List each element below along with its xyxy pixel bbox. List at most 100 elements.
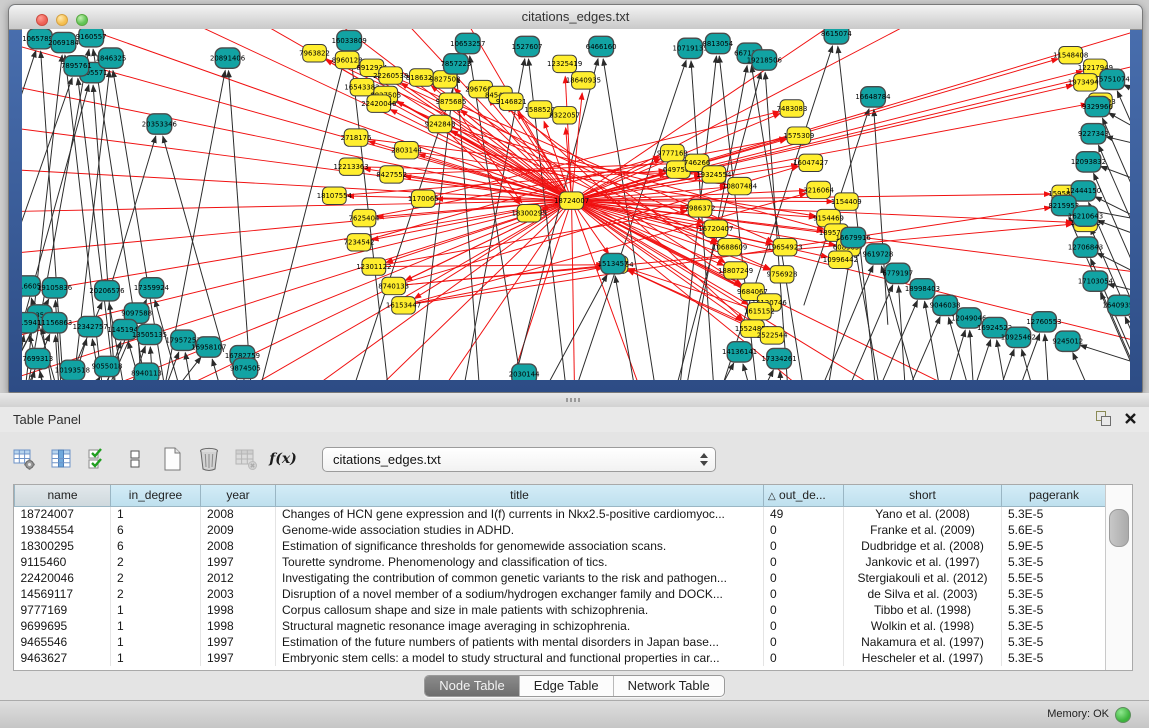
graph-node[interactable]: 18640935 [566, 72, 601, 89]
graph-node[interactable]: 6779197 [882, 263, 913, 283]
graph-node[interactable]: 1513457 [598, 253, 629, 273]
table-row[interactable]: 1938455462009Genome-wide association stu… [15, 522, 1107, 538]
table-row[interactable]: 1830029562008Estimation of significance … [15, 538, 1107, 554]
graph-node[interactable]: 8740133 [378, 277, 409, 294]
column-header-title[interactable]: title [276, 485, 764, 506]
table-scrollbar[interactable] [1105, 485, 1132, 670]
graph-node[interactable]: 1575309 [783, 127, 814, 144]
delete-rows-button[interactable] [195, 445, 223, 473]
graph-node[interactable]: 6466160 [586, 36, 617, 56]
graph-node[interactable]: 2803144 [391, 141, 422, 158]
graph-node[interactable]: 8813054 [702, 33, 733, 53]
graph-node[interactable]: 12301122 [356, 258, 391, 275]
graph-node[interactable]: 9875685 [436, 93, 467, 110]
graph-node[interactable]: 17103054 [1078, 271, 1113, 291]
tab-network-table[interactable]: Network Table [614, 676, 724, 696]
graph-node[interactable]: 7483083 [777, 100, 808, 117]
graph-node[interactable]: 12325419 [547, 55, 582, 72]
graph-node[interactable]: 9242848 [425, 115, 456, 132]
graph-node[interactable]: 12706843 [1068, 237, 1103, 257]
tab-edge-table[interactable]: Edge Table [520, 676, 614, 696]
graph-node[interactable]: 19654923 [767, 238, 802, 255]
column-header-pagerank[interactable]: pagerank [1002, 485, 1107, 506]
table-row[interactable]: 2242004622012Investigating the contribut… [15, 570, 1107, 586]
graph-node[interactable]: 8427552 [376, 166, 407, 183]
graph-node[interactable]: 7234542 [344, 234, 375, 251]
graph-node[interactable]: 2030144 [509, 364, 540, 380]
memory-status-indicator[interactable] [1115, 707, 1131, 723]
graph-node[interactable]: 7986372 [685, 200, 716, 217]
graph-node[interactable]: 18998403 [905, 279, 940, 299]
graph-node[interactable]: 18107554 [317, 187, 352, 204]
graph-node[interactable]: 17334261 [762, 348, 797, 368]
table-row[interactable]: 1872400712008Changes of HCN gene express… [15, 506, 1107, 522]
row-height-button[interactable] [121, 445, 149, 473]
table-row[interactable]: 969969511998Structural magnetic resonanc… [15, 618, 1107, 634]
graph-node[interactable]: 9874505 [230, 358, 261, 378]
graph-node[interactable]: 18807249 [718, 262, 753, 279]
table-row[interactable]: 977716911998Corpus callosum shape and si… [15, 602, 1107, 618]
graph-node[interactable]: 9227343 [1078, 124, 1109, 144]
graph-node[interactable]: 7895761 [61, 56, 92, 76]
graph-node[interactable]: 1154409 [831, 193, 862, 210]
graph-node[interactable]: 9055018 [92, 356, 123, 376]
graph-node[interactable]: 1846325 [96, 48, 127, 68]
column-header-out-degree[interactable]: △ out_de... [764, 485, 844, 506]
graph-node[interactable]: 2718176 [341, 129, 372, 146]
graph-node[interactable]: 12093832 [1071, 152, 1106, 172]
graph-node[interactable]: 1615152 [744, 302, 775, 319]
splitter-grip-icon[interactable] [566, 398, 582, 402]
graph-node[interactable]: 17359924 [134, 278, 169, 298]
table-row[interactable]: 911546021997Tourette syndrome. Phenomeno… [15, 554, 1107, 570]
graph-node[interactable]: 8940113 [131, 363, 162, 380]
graph-node[interactable]: 12342757 [73, 316, 108, 336]
graph-node[interactable]: 16047427 [793, 154, 828, 171]
column-header-in-degree[interactable]: in_degree [111, 485, 201, 506]
graph-node[interactable]: 20891406 [210, 48, 245, 68]
graph-node[interactable]: 7699313 [22, 348, 53, 368]
network-window-titlebar[interactable]: citations_edges.txt [9, 5, 1142, 30]
graph-node[interactable]: 20353346 [142, 114, 177, 134]
new-table-button[interactable] [158, 445, 186, 473]
graph-node[interactable]: 2069184 [48, 32, 79, 52]
graph-node[interactable]: 16153447 [386, 297, 421, 314]
float-window-icon[interactable] [1096, 411, 1110, 425]
graph-node[interactable]: 11548408 [1053, 46, 1088, 63]
table-settings-button[interactable] [10, 445, 38, 473]
graph-node[interactable]: 3216064 [803, 181, 834, 198]
graph-node[interactable]: 9329966 [1082, 96, 1113, 116]
graph-node[interactable]: 16409358 [1103, 295, 1130, 315]
table-row[interactable]: 946554611997Estimation of the future num… [15, 634, 1107, 650]
column-header-year[interactable]: year [201, 485, 276, 506]
graph-node[interactable]: 9619728 [863, 244, 894, 264]
column-visibility-button[interactable] [47, 445, 75, 473]
graph-node[interactable]: 16648784 [855, 87, 890, 107]
row-selection-button[interactable] [84, 445, 112, 473]
graph-node[interactable]: 2522544 [757, 327, 788, 344]
graph-node[interactable]: 7963822 [299, 45, 330, 62]
graph-node[interactable]: 7857223 [441, 54, 472, 74]
graph-node[interactable]: 9146821 [496, 93, 527, 110]
panel-splitter[interactable] [0, 393, 1149, 407]
table-selector-dropdown[interactable]: citations_edges.txt [322, 447, 716, 472]
graph-node[interactable]: 9160557 [76, 29, 107, 47]
graph-node[interactable]: 9046038 [930, 295, 961, 315]
function-builder-button[interactable]: f(x) [269, 445, 297, 473]
network-canvas[interactable]: 1872400779638228960128891293422260538165… [22, 29, 1130, 380]
graph-node[interactable]: 16033809 [332, 30, 367, 50]
tab-node-table[interactable]: Node Table [425, 676, 520, 696]
graph-node[interactable]: 9245012 [1052, 331, 1083, 351]
graph-node[interactable]: 1170065 [408, 190, 439, 207]
graph-node[interactable]: 8322057 [549, 107, 580, 124]
graph-node[interactable]: 9756928 [767, 266, 798, 283]
graph-node[interactable]: 20206576 [89, 281, 124, 301]
graph-node[interactable]: 7625404 [349, 209, 380, 226]
table-scrollbar-thumb[interactable] [1109, 509, 1129, 547]
graph-node[interactable]: 12213363 [334, 158, 369, 175]
delete-table-button[interactable] [232, 445, 260, 473]
graph-node[interactable]: 19105836 [37, 278, 72, 298]
table-row[interactable]: 1456911722003Disruption of a novel membe… [15, 586, 1107, 602]
close-panel-icon[interactable] [1124, 412, 1137, 425]
graph-node[interactable]: 8615074 [821, 29, 852, 44]
column-header-name[interactable]: name [15, 485, 111, 506]
